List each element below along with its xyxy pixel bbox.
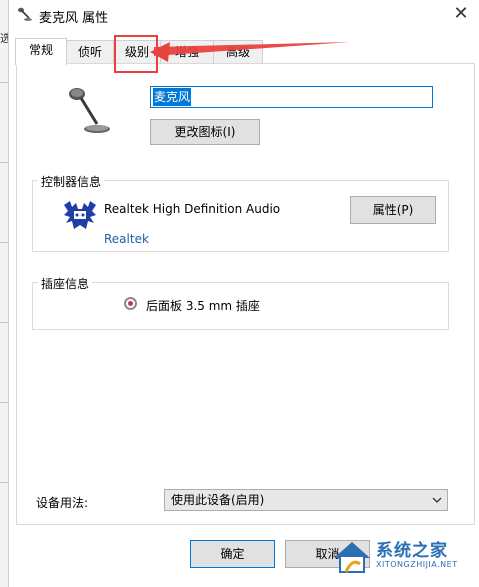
change-icon-button[interactable]: 更改图标(I)	[150, 119, 260, 145]
ok-button[interactable]: 确定	[190, 540, 275, 568]
watermark-brand: 系统之家	[376, 541, 448, 561]
microphone-icon	[18, 7, 32, 21]
controller-properties-button[interactable]: 属性(P)	[350, 196, 436, 224]
device-usage-value: 使用此设备(启用)	[171, 493, 265, 507]
device-usage-select[interactable]: 使用此设备(启用)	[164, 489, 448, 511]
device-name-value: 麦克风	[153, 88, 192, 106]
controller-name: Realtek High Definition Audio	[104, 202, 281, 216]
close-button[interactable]: ✕	[447, 2, 475, 26]
annotation-highlight-box	[114, 35, 158, 73]
jack-item-label: 后面板 3.5 mm 插座	[146, 299, 260, 313]
properties-dialog: 麦克风 属性 ✕ 常规 侦听 级别 增强 高级 麦克风 更改图标(I) 控制器信…	[8, 0, 479, 587]
chevron-down-icon	[432, 497, 442, 503]
jack-info-label: 插座信息	[38, 275, 93, 292]
jack-icon	[124, 297, 137, 310]
tab-advanced[interactable]: 高级	[213, 40, 263, 63]
close-icon: ✕	[453, 3, 469, 24]
microphone-icon	[69, 88, 110, 133]
title-bar: 麦克风 属性 ✕	[9, 0, 479, 30]
tab-enhancements[interactable]: 增强	[160, 40, 214, 63]
controller-info-label: 控制器信息	[38, 173, 105, 190]
realtek-crab-icon	[62, 201, 98, 229]
tab-general[interactable]: 常规	[15, 38, 67, 65]
tab-listen[interactable]: 侦听	[66, 40, 114, 63]
watermark-url: XITONGZHIJIA.NET	[376, 560, 458, 569]
device-name-input[interactable]: 麦克风	[150, 86, 433, 108]
controller-vendor-link[interactable]: Realtek	[104, 232, 149, 246]
house-logo-icon	[334, 542, 370, 573]
device-usage-label: 设备用法:	[36, 496, 89, 510]
window-title: 麦克风 属性	[39, 11, 109, 26]
watermark: 系统之家 XITONGZHIJIA.NET	[330, 532, 479, 587]
